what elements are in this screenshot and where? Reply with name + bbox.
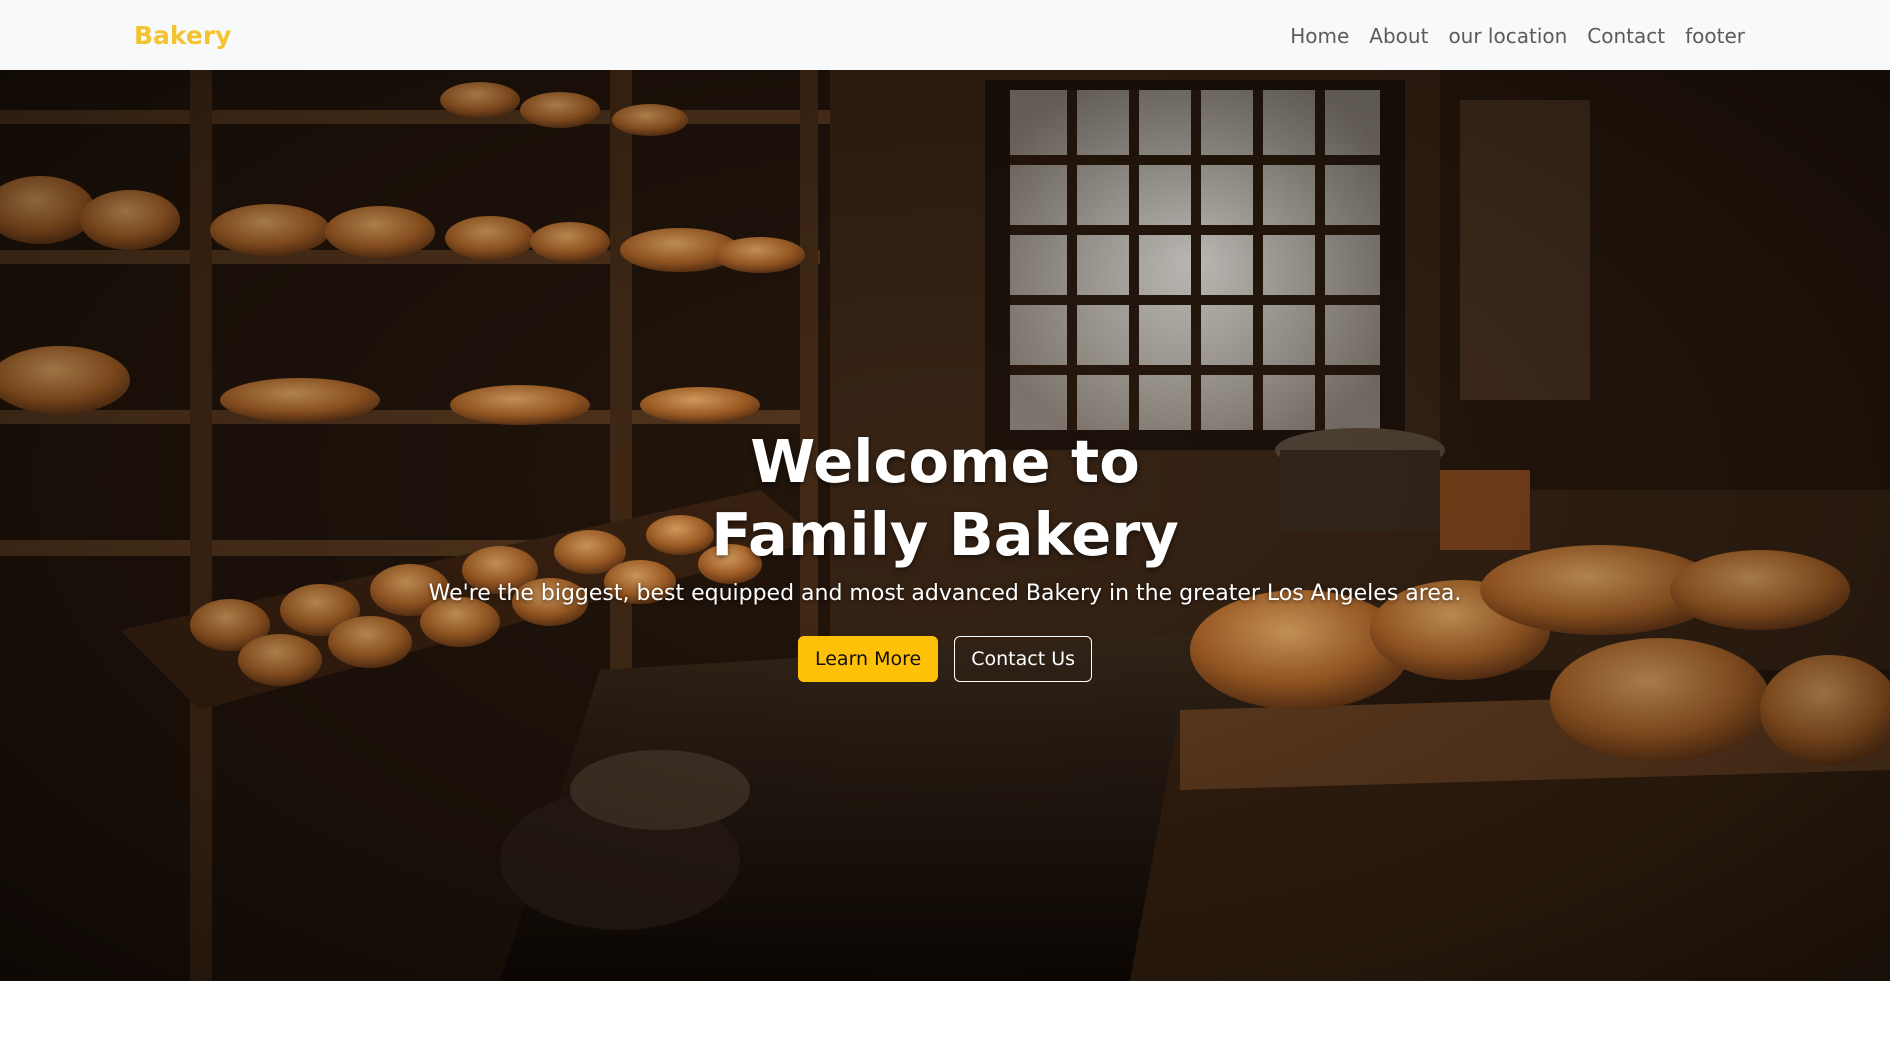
hero-title: Welcome to Family Bakery (0, 425, 1890, 571)
nav-link-footer[interactable]: footer (1685, 20, 1745, 52)
navbar: Bakery Home About our location Contact f… (0, 0, 1890, 70)
hero-section: Welcome to Family Bakery We're the bigges… (0, 70, 1890, 981)
brand-logo[interactable]: Bakery (134, 20, 231, 52)
hero-title-line2: Family Bakery (711, 500, 1179, 569)
nav-link-our-location[interactable]: our location (1448, 20, 1567, 52)
hero-buttons: Learn More Contact Us (0, 636, 1890, 682)
hero-content: Welcome to Family Bakery We're the bigges… (0, 425, 1890, 682)
contact-us-button[interactable]: Contact Us (954, 636, 1093, 682)
hero-subtitle: We're the biggest, best equipped and mos… (428, 581, 1462, 606)
nav-link-about[interactable]: About (1369, 20, 1428, 52)
nav-links: Home About our location Contact footer (1290, 20, 1745, 52)
nav-link-contact[interactable]: Contact (1587, 20, 1665, 52)
nav-link-home[interactable]: Home (1290, 20, 1349, 52)
hero-title-line1: Welcome to (750, 427, 1140, 496)
learn-more-button[interactable]: Learn More (797, 636, 939, 682)
